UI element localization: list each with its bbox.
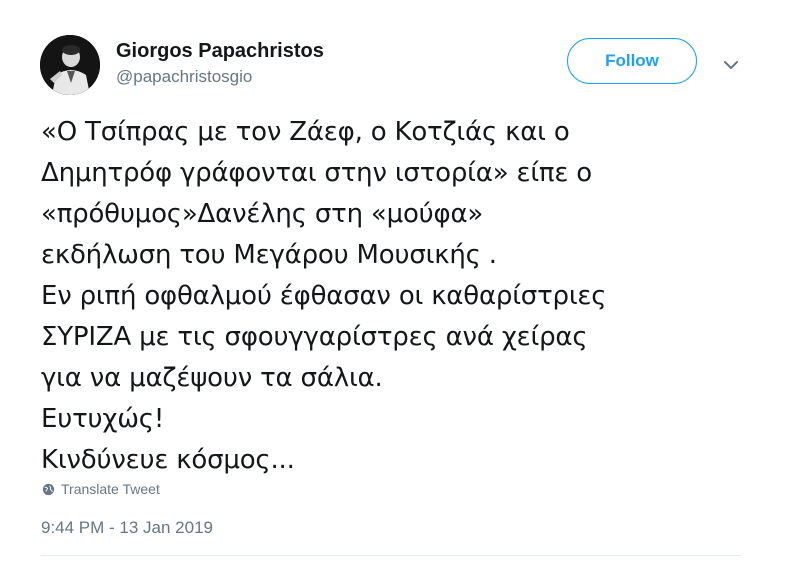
- tweet-text-line: εκδήλωση του Μεγάρου Μουσικής .: [41, 240, 497, 270]
- translate-tweet-link[interactable]: Translate Tweet: [42, 481, 160, 497]
- globe-icon: [42, 483, 55, 495]
- translate-label: Translate Tweet: [61, 481, 160, 497]
- tweet-text-line: Ευτυχώς!: [41, 404, 165, 434]
- author-handle[interactable]: @papachristosgio: [116, 67, 252, 87]
- avatar-image: [40, 35, 100, 95]
- tweet-timestamp[interactable]: 9:44 PM - 13 Jan 2019: [41, 518, 213, 538]
- tweet-text-line: Κινδύνευε κόσμος...: [41, 445, 295, 475]
- follow-button[interactable]: Follow: [567, 38, 697, 84]
- tweet-card: Giorgos Papachristos @papachristosgio Fo…: [0, 0, 786, 562]
- tweet-text-line: Δημητρόφ γράφονται στην ιστορία» είπε ο: [41, 158, 593, 188]
- tweet-text-line: Εν ριπή οφθαλμού έφθασαν οι καθαρίστριες: [41, 281, 607, 311]
- avatar[interactable]: [40, 35, 100, 95]
- tweet-text-line: «Ο Τσίπρας με τον Ζάεφ, ο Κοτζιάς και ο: [41, 117, 570, 147]
- author-name[interactable]: Giorgos Papachristos: [116, 40, 324, 63]
- tweet-text: «Ο Τσίπρας με τον Ζάεφ, ο Κοτζιάς και ο …: [41, 112, 761, 481]
- tweet-text-line: για να μαζέψουν τα σάλια.: [41, 363, 383, 393]
- divider: [41, 555, 741, 556]
- chevron-down-icon[interactable]: [721, 55, 741, 75]
- tweet-text-line: «πρόθυμος»Δανέλης στη «μούφα»: [41, 199, 484, 229]
- tweet-text-line: ΣΥΡΙΖΑ με τις σφουγγαρίστρες ανά χείρας: [41, 322, 588, 352]
